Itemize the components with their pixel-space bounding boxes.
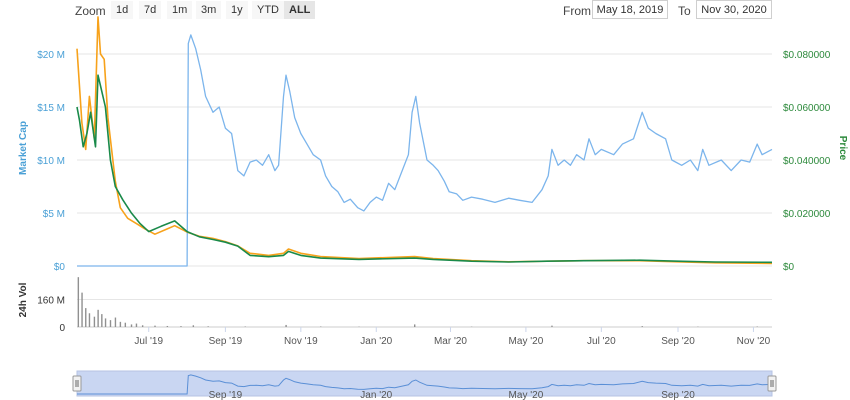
volume-bar [192,325,195,327]
market-chart: Market Cap Price 24h Vol $0 $5 M $10 M $15 … [18,16,848,400]
volume-bar [88,313,91,327]
volume-area [77,277,758,327]
x-tick-label: Sep '19 [209,336,243,347]
grid-lines [77,53,772,332]
x-tick-label: Nov '20 [737,336,771,347]
navigator[interactable]: Sep '19 Jan '20 May '20 Sep '20 [72,370,777,400]
volume-bar [124,322,127,327]
volume-bar [101,314,103,327]
series-line-market_cap[interactable] [77,34,773,267]
volume-bar [244,326,246,327]
x-tick-label: Jan '20 [360,336,392,347]
x-tick-label: Nov '19 [284,336,318,347]
navigator-tick-label: Sep '20 [661,390,695,400]
volume-bar [414,324,416,327]
volume-bar [756,326,758,327]
volume-bar [180,326,182,327]
x-tick-label: Jul '19 [134,336,163,347]
navigator-tick-label: Jan '20 [360,390,392,400]
volume-bar [114,317,117,327]
volume-bar [135,323,138,327]
left-tick-label: $20 M [37,50,65,61]
price-axis-title: Price [837,136,848,161]
navigator-handle-right[interactable] [767,375,777,392]
navigator-handle-left[interactable] [72,375,82,392]
volume-bar [109,320,112,327]
volume-bar [285,324,287,327]
volume-bar [97,309,99,327]
volume-bar [166,325,169,327]
left-tick-label: $10 M [37,156,65,167]
market-cap-axis-title: Market Cap [18,121,29,175]
x-tick-label: Sep '20 [661,336,695,347]
volume-bar [85,308,87,327]
x-tick-label: Jul '20 [587,336,616,347]
left-tick-label: $0 [54,262,66,273]
volume-axis-title: 24h Vol [18,282,29,317]
volume-bar [77,277,80,327]
volume-bar [154,325,156,327]
right-tick-label: $0.060000 [783,103,831,114]
volume-bar [551,325,553,327]
navigator-tick-label: Sep '19 [209,390,243,400]
x-tick-label: May '20 [509,336,544,347]
right-tick-label: $0.040000 [783,156,831,167]
right-tick-label: $0.020000 [783,209,831,220]
left-tick-label: $15 M [37,103,65,114]
volume-bar [320,326,322,327]
x-tick-label: Mar '20 [434,336,467,347]
volume-bar [130,324,133,327]
volume-tick-label: 160 M [37,296,65,307]
series-line-price[interactable] [76,74,773,264]
volume-bar [119,321,122,327]
volume-bar [141,325,144,327]
right-tick-label: $0.080000 [783,50,831,61]
volume-bar [93,316,96,327]
volume-bar [104,318,107,327]
navigator-tick-label: May '20 [509,390,544,400]
left-tick-label: $5 M [43,209,65,220]
axes: Market Cap Price 24h Vol $0 $5 M $10 M $15 … [18,50,848,347]
volume-bar [641,326,643,327]
volume-tick-label: 0 [59,323,65,334]
volume-bar [81,292,83,327]
volume-bar [207,326,209,327]
right-tick-label: $0 [783,262,795,273]
